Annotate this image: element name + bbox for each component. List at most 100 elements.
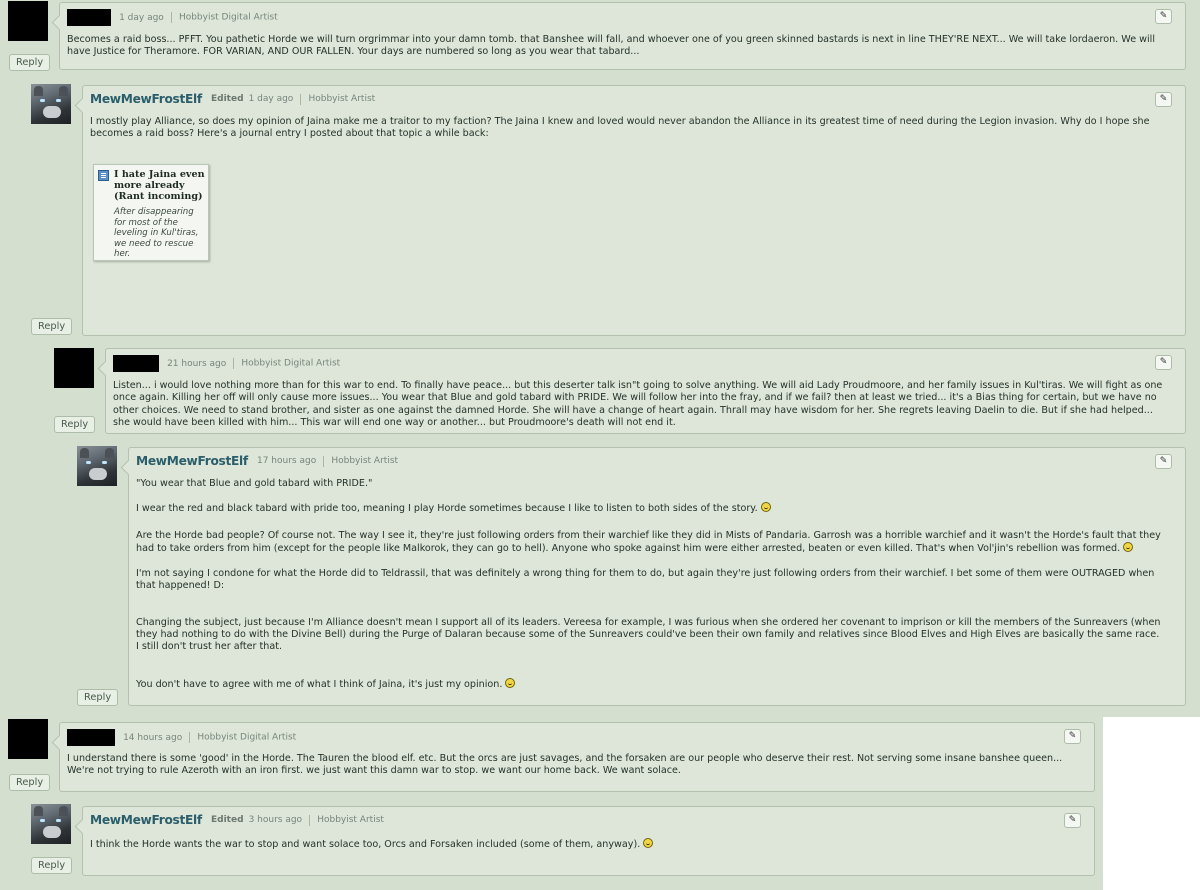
avatar-snout xyxy=(43,826,61,838)
comment-text: Becomes a raid boss... PFFT. You patheti… xyxy=(67,34,1156,58)
redacted-username xyxy=(67,9,111,26)
avatar-eye xyxy=(40,99,45,102)
comment-box: MewMewFrostElf Edited 1 day ago Hobbyist… xyxy=(82,85,1186,336)
avatar-snout xyxy=(43,106,61,118)
comment-body: I understand there is some 'good' in the… xyxy=(67,753,1074,778)
redacted-username xyxy=(113,355,159,372)
comment-body: Becomes a raid boss... PFFT. You patheti… xyxy=(67,34,1165,59)
comment-meta: MewMewFrostElf 17 hours ago Hobbyist Art… xyxy=(136,454,398,468)
user-role: Hobbyist Artist xyxy=(317,815,384,825)
comment-quote: "You wear that Blue and gold tabard with… xyxy=(136,478,373,489)
user-role: Hobbyist Artist xyxy=(308,94,376,104)
avatar-eye xyxy=(86,461,91,464)
comment-text: Are the Horde bad people? Of course not.… xyxy=(136,529,1161,554)
meta-separator xyxy=(309,814,311,826)
avatar-ear xyxy=(59,86,68,96)
username-link[interactable]: MewMewFrostElf xyxy=(136,454,248,468)
user-role: Hobbyist Digital Artist xyxy=(197,732,297,743)
user-role: Hobbyist Digital Artist xyxy=(178,12,278,23)
avatar-eye xyxy=(56,99,61,102)
comment-box: 21 hours ago Hobbyist Digital Artist ✎ L… xyxy=(105,348,1186,434)
comment-text: Changing the subject, just because I'm A… xyxy=(136,616,1161,653)
comment-paragraph: Are the Horde bad people? Of course not.… xyxy=(136,530,1165,556)
comment-meta: 1 day ago Hobbyist Digital Artist xyxy=(67,9,278,26)
comment-box: 14 hours ago Hobbyist Digital Artist ✎ I… xyxy=(59,722,1095,792)
avatar[interactable] xyxy=(31,84,71,124)
comment-text: I understand there is some 'good' in the… xyxy=(67,753,1063,777)
journal-icon xyxy=(98,170,109,181)
reply-button[interactable]: Reply xyxy=(9,774,51,791)
page-background-white xyxy=(1103,717,1200,890)
comment-timestamp[interactable]: 1 day ago xyxy=(119,13,164,23)
edited-label: Edited xyxy=(210,815,244,825)
edit-icon[interactable]: ✎ xyxy=(1155,9,1172,24)
comment-meta: MewMewFrostElf Edited 3 hours ago Hobbyi… xyxy=(90,813,384,827)
comment-body: I think the Horde wants the war to stop … xyxy=(90,838,1074,851)
smiley-emoticon-icon xyxy=(760,502,771,513)
comment-text: I'm not saying I condone for what the Ho… xyxy=(136,568,1155,592)
edit-icon[interactable]: ✎ xyxy=(1155,454,1172,469)
avatar-eye xyxy=(102,461,107,464)
smiley-emoticon-icon xyxy=(1123,541,1134,552)
meta-separator xyxy=(189,732,191,743)
comment-box: MewMewFrostElf Edited 3 hours ago Hobbyi… xyxy=(82,806,1095,876)
comment-timestamp[interactable]: 21 hours ago xyxy=(167,359,226,369)
edit-icon[interactable]: ✎ xyxy=(1155,355,1172,370)
comment-box: MewMewFrostElf 17 hours ago Hobbyist Art… xyxy=(128,447,1186,706)
comment-body: Listen... i would love nothing more than… xyxy=(113,380,1165,429)
comment-timestamp[interactable]: 3 hours ago xyxy=(249,815,303,825)
meta-separator xyxy=(300,93,302,105)
avatar-eye xyxy=(40,819,45,822)
avatar-snout xyxy=(89,468,107,480)
redacted-username xyxy=(67,729,115,746)
avatar-ear xyxy=(105,448,114,458)
comment-timestamp[interactable]: 1 day ago xyxy=(249,94,294,104)
comment-paragraph: You don't have to agree with me of what … xyxy=(136,677,1165,691)
comment-meta: MewMewFrostElf Edited 1 day ago Hobbyist… xyxy=(90,92,375,106)
avatar[interactable] xyxy=(77,446,117,486)
edit-icon[interactable]: ✎ xyxy=(1064,813,1081,828)
avatar[interactable] xyxy=(8,719,48,759)
meta-separator xyxy=(323,455,325,467)
comment-text: Listen... i would love nothing more than… xyxy=(113,380,1163,428)
reply-button[interactable]: Reply xyxy=(31,857,73,874)
username-link[interactable]: MewMewFrostElf xyxy=(90,813,202,827)
avatar-ear xyxy=(80,448,89,458)
avatar-eye xyxy=(56,819,61,822)
reply-button[interactable]: Reply xyxy=(9,54,51,71)
comment-paragraph: I think the Horde wants the war to stop … xyxy=(90,838,1074,851)
user-role: Hobbyist Artist xyxy=(331,456,399,466)
reply-button[interactable]: Reply xyxy=(31,318,73,335)
smiley-emoticon-icon xyxy=(505,677,516,688)
reply-button[interactable]: Reply xyxy=(54,416,96,433)
avatar[interactable] xyxy=(8,1,48,41)
comment-text: I wear the red and black tabard with pri… xyxy=(136,503,758,515)
comment-body: I mostly play Alliance, so does my opini… xyxy=(90,116,1165,141)
reply-button[interactable]: Reply xyxy=(77,689,119,706)
comment-timestamp[interactable]: 14 hours ago xyxy=(123,733,182,743)
username-link[interactable]: MewMewFrostElf xyxy=(90,92,202,106)
journal-title[interactable]: I hate Jaina even more already (Rant inc… xyxy=(114,169,206,202)
avatar-ear xyxy=(34,806,43,816)
user-role: Hobbyist Digital Artist xyxy=(241,358,341,369)
comment-text: I think the Horde wants the war to stop … xyxy=(90,839,641,850)
avatar[interactable] xyxy=(54,348,94,388)
journal-thumbnail[interactable]: I hate Jaina even more already (Rant inc… xyxy=(93,164,209,261)
edit-icon[interactable]: ✎ xyxy=(1064,729,1081,744)
meta-separator xyxy=(233,358,235,369)
edited-label: Edited xyxy=(210,94,244,104)
edit-icon[interactable]: ✎ xyxy=(1155,92,1172,107)
avatar[interactable] xyxy=(31,804,71,844)
avatar-ear xyxy=(34,86,43,96)
comment-meta: 21 hours ago Hobbyist Digital Artist xyxy=(113,355,340,372)
comment-body: "You wear that Blue and gold tabard with… xyxy=(136,478,1165,691)
comment-paragraph: I wear the red and black tabard with pri… xyxy=(136,502,1165,515)
comment-paragraph: Changing the subject, just because I'm A… xyxy=(136,617,1165,654)
comment-text: You don't have to agree with me of what … xyxy=(136,678,503,690)
comment-meta: 14 hours ago Hobbyist Digital Artist xyxy=(67,729,296,746)
comment-paragraph: I'm not saying I condone for what the Ho… xyxy=(136,568,1165,593)
journal-excerpt: After disappearing for most of the level… xyxy=(114,207,199,259)
comment-timestamp[interactable]: 17 hours ago xyxy=(257,456,316,466)
comment-text: I mostly play Alliance, so does my opini… xyxy=(90,116,1150,140)
comment-box: 1 day ago Hobbyist Digital Artist ✎ Beco… xyxy=(59,2,1186,70)
